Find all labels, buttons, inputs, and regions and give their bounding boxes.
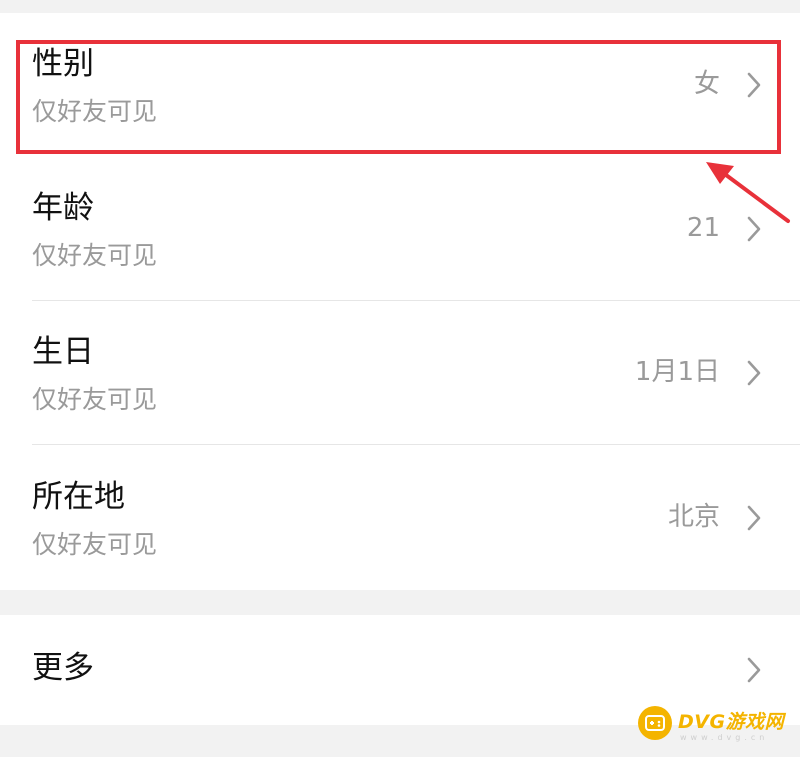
row-divider	[32, 444, 800, 445]
age-label: 年龄	[32, 190, 94, 226]
profile-settings-section: 性别 仅好友可见 女 年龄 仅好友可见 21 生日 仅好友可见 1月1日 所在地…	[0, 13, 800, 590]
birthday-row[interactable]: 生日 仅好友可见 1月1日	[0, 301, 800, 445]
gender-value: 女	[693, 69, 720, 99]
location-value: 北京	[667, 502, 720, 532]
more-label: 更多	[32, 650, 94, 686]
birthday-visibility: 仅好友可见	[32, 385, 158, 414]
gender-visibility: 仅好友可见	[32, 97, 158, 126]
gender-row[interactable]: 性别 仅好友可见 女	[0, 13, 800, 157]
age-row[interactable]: 年龄 仅好友可见 21	[0, 157, 800, 301]
gamepad-icon	[638, 706, 672, 740]
location-visibility: 仅好友可见	[32, 530, 158, 559]
chevron-right-icon	[747, 72, 761, 98]
birthday-value: 1月1日	[634, 357, 720, 387]
watermark-url: www.dvg.cn	[680, 733, 769, 742]
chevron-right-icon	[747, 360, 761, 386]
chevron-right-icon	[747, 216, 761, 242]
age-visibility: 仅好友可见	[32, 241, 158, 270]
chevron-right-icon	[747, 657, 761, 683]
age-value: 21	[686, 213, 720, 243]
watermark-text: DVG游戏网	[678, 711, 785, 733]
gender-label: 性别	[32, 46, 94, 82]
location-label: 所在地	[32, 479, 125, 515]
watermark: DVG游戏网 www.dvg.cn	[638, 703, 788, 747]
location-row[interactable]: 所在地 仅好友可见 北京	[0, 446, 800, 590]
chevron-right-icon	[747, 505, 761, 531]
birthday-label: 生日	[32, 334, 94, 370]
